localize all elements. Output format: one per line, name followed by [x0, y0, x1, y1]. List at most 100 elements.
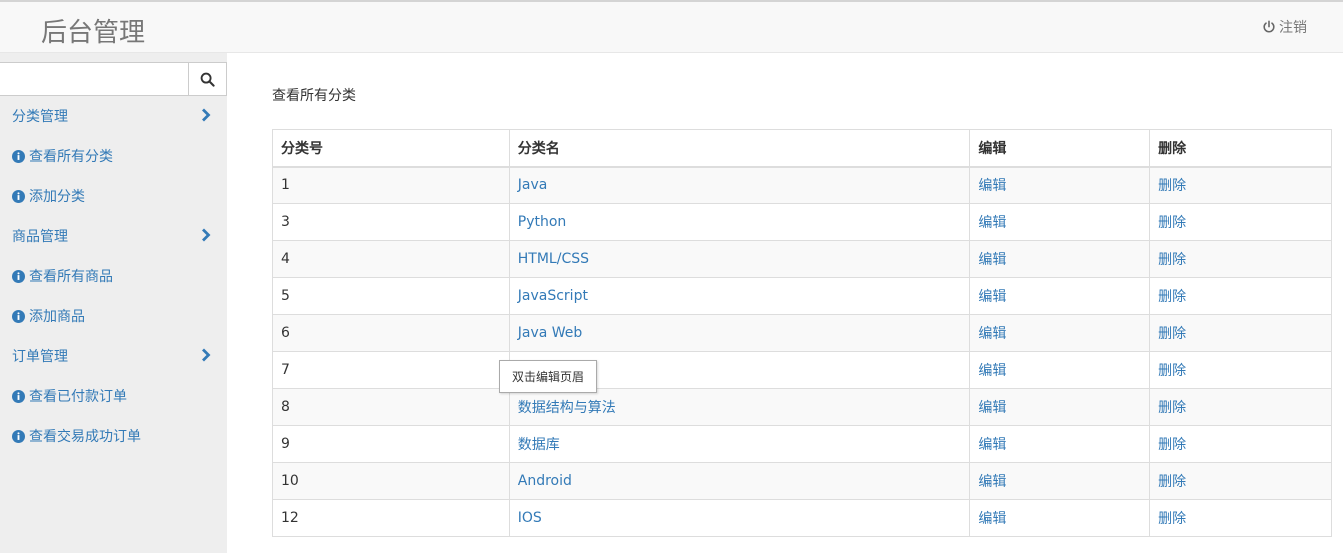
sidebar-item-6[interactable]: 订单管理 [0, 336, 227, 376]
sidebar-item-label: 分类管理 [12, 109, 68, 125]
category-name-link[interactable]: Python [518, 214, 567, 230]
edit-link[interactable]: 编辑 [978, 437, 1006, 453]
sidebar-item-4[interactable]: 查看所有商品 [0, 256, 227, 296]
cell-id: 8 [272, 388, 510, 426]
cell-edit: 编辑 [969, 240, 1151, 278]
cell-name: HTML/CSS [508, 240, 971, 278]
delete-link[interactable]: 删除 [1158, 289, 1186, 305]
info-circle-icon [12, 149, 25, 163]
table-row: 7 编辑 删除 [272, 351, 1332, 389]
sidebar-item-1[interactable]: 查看所有分类 [0, 136, 227, 176]
table-row: 10 Android 编辑 删除 [272, 462, 1332, 500]
column-header-name: 分类名 [508, 129, 971, 168]
chevron-right-icon [202, 228, 211, 242]
edit-link[interactable]: 编辑 [978, 289, 1006, 305]
category-name-link[interactable]: IOS [518, 510, 542, 526]
sidebar: 分类管理查看所有分类 添加分类商品管理查看所有商品 添加商品订单管理 查看已付款订单查… [0, 53, 227, 553]
table-row: 3 Python 编辑 删除 [272, 203, 1332, 241]
cell-edit: 编辑 [969, 462, 1151, 500]
cell-edit: 编辑 [969, 425, 1151, 463]
table-row: 9 数据库 编辑 删除 [272, 425, 1332, 463]
cell-name: Android [508, 462, 971, 500]
delete-link[interactable]: 删除 [1158, 215, 1186, 231]
cell-delete: 删除 [1149, 166, 1332, 204]
logout-button[interactable]: 注销 [1262, 17, 1307, 37]
cell-edit: 编辑 [969, 314, 1151, 352]
cell-edit: 编辑 [969, 203, 1151, 241]
sidebar-menu: 分类管理查看所有分类 添加分类商品管理查看所有商品 添加商品订单管理 查看已付款订单查… [0, 96, 227, 456]
top-navbar: 后台管理 注销 [0, 0, 1343, 53]
category-name-link[interactable]: 数据库 [518, 437, 560, 453]
delete-link[interactable]: 删除 [1158, 474, 1186, 490]
cell-id: 4 [272, 240, 510, 278]
delete-link[interactable]: 删除 [1158, 326, 1186, 342]
sidebar-item-8[interactable]: 查看交易成功订单 [0, 416, 227, 456]
cell-delete: 删除 [1149, 240, 1332, 278]
cell-edit: 编辑 [969, 166, 1151, 204]
cell-id: 3 [272, 203, 510, 241]
edit-link[interactable]: 编辑 [978, 511, 1006, 527]
cell-delete: 删除 [1149, 203, 1332, 241]
cell-delete: 删除 [1149, 351, 1332, 389]
table-row: 6 Java Web 编辑 删除 [272, 314, 1332, 352]
search-icon [200, 72, 215, 87]
category-table: 分类号 分类名 编辑 删除 1 Java 编辑 删除 3 Python 编辑 删除 4 HTML/… [272, 129, 1332, 537]
sidebar-item-2[interactable]: 添加分类 [0, 176, 227, 216]
chevron-right-icon [202, 108, 211, 122]
info-circle-icon [12, 189, 25, 203]
category-name-link[interactable]: Java Web [518, 325, 583, 341]
cell-delete: 删除 [1149, 425, 1332, 463]
cell-id: 1 [272, 166, 510, 204]
table-row: 5 JavaScript 编辑 删除 [272, 277, 1332, 315]
sidebar-item-label: 查看交易成功订单 [29, 429, 141, 445]
cell-id: 5 [272, 277, 510, 315]
delete-link[interactable]: 删除 [1158, 400, 1186, 416]
sidebar-item-3[interactable]: 商品管理 [0, 216, 227, 256]
delete-link[interactable]: 删除 [1158, 437, 1186, 453]
cell-id: 12 [272, 499, 510, 537]
search-input[interactable] [0, 62, 188, 96]
sidebar-item-label: 添加分类 [29, 189, 85, 205]
edit-link[interactable]: 编辑 [978, 178, 1006, 194]
info-circle-icon [12, 269, 25, 283]
delete-link[interactable]: 删除 [1158, 363, 1186, 379]
sidebar-item-7[interactable]: 查看已付款订单 [0, 376, 227, 416]
column-header-edit: 编辑 [969, 129, 1151, 168]
edit-link[interactable]: 编辑 [978, 363, 1006, 379]
table-row: 12 IOS 编辑 删除 [272, 499, 1332, 537]
category-name-link[interactable]: JavaScript [518, 288, 588, 304]
cell-name: 数据结构与算法 [508, 388, 971, 426]
cell-delete: 删除 [1149, 277, 1332, 315]
category-name-link[interactable]: HTML/CSS [518, 251, 589, 267]
delete-link[interactable]: 删除 [1158, 511, 1186, 527]
sidebar-item-0[interactable]: 分类管理 [0, 96, 227, 136]
cell-name: 数据库 [508, 425, 971, 463]
search-button[interactable] [188, 62, 227, 96]
edit-link[interactable]: 编辑 [978, 400, 1006, 416]
sidebar-item-5[interactable]: 添加商品 [0, 296, 227, 336]
logout-label: 注销 [1279, 20, 1307, 36]
sidebar-search [0, 62, 227, 96]
sidebar-item-label: 添加商品 [29, 309, 85, 325]
cell-id: 9 [272, 425, 510, 463]
category-name-link[interactable]: Android [518, 473, 572, 489]
category-name-link[interactable]: Java [518, 177, 548, 193]
sidebar-item-label: 查看所有分类 [29, 149, 113, 165]
sidebar-item-label: 查看所有商品 [29, 269, 113, 285]
cell-name: JavaScript [508, 277, 971, 315]
edit-link[interactable]: 编辑 [978, 326, 1006, 342]
edit-link[interactable]: 编辑 [978, 215, 1006, 231]
cell-name: Java [508, 166, 971, 204]
delete-link[interactable]: 删除 [1158, 178, 1186, 194]
cell-id: 10 [272, 462, 510, 500]
category-name-link[interactable]: 数据结构与算法 [518, 400, 616, 416]
info-circle-icon [12, 309, 25, 323]
cell-delete: 删除 [1149, 499, 1332, 537]
table-row: 8 数据结构与算法 编辑 删除 [272, 388, 1332, 426]
delete-link[interactable]: 删除 [1158, 252, 1186, 268]
cell-edit: 编辑 [969, 277, 1151, 315]
page-title: 查看所有分类 [272, 88, 356, 104]
edit-link[interactable]: 编辑 [978, 252, 1006, 268]
brand-title[interactable]: 后台管理 [41, 12, 145, 49]
edit-link[interactable]: 编辑 [978, 474, 1006, 490]
